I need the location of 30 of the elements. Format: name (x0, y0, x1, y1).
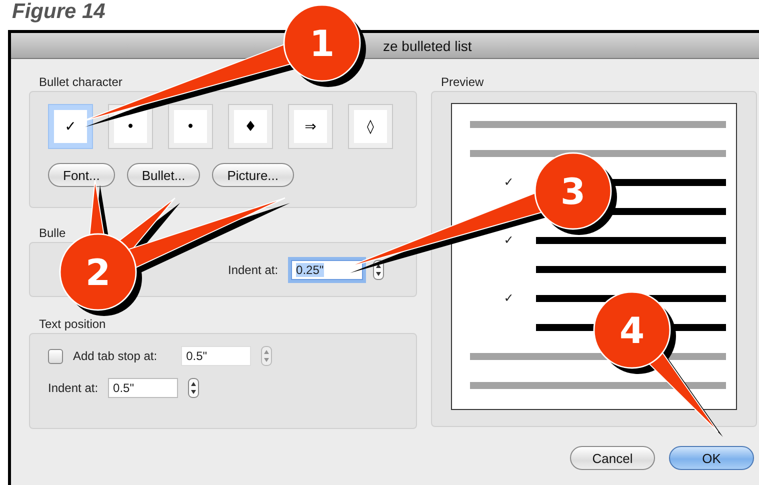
group-label: Bullet character (39, 75, 124, 91)
checkbox-label: Add tab stop at: (73, 349, 158, 363)
figure-caption: Figure 14 (11, 0, 106, 25)
field-label: Indent at: (228, 262, 278, 276)
bullet-option[interactable]: ✓ (48, 104, 93, 149)
dialog-button[interactable]: Picture... (212, 163, 294, 187)
bullet-option[interactable]: ⇒ (288, 104, 333, 149)
dialog-button[interactable]: OK (669, 446, 754, 470)
callout-number: 3 (560, 172, 586, 213)
bullet-mark: ✓ (502, 179, 514, 186)
window-title: ze bulleted list (383, 38, 472, 54)
bullet-option[interactable]: • (168, 104, 213, 149)
bullet-option[interactable]: ♦ (228, 104, 273, 149)
dialog-button[interactable]: Font... (48, 163, 115, 187)
group-label: Bulle (39, 226, 67, 242)
callout-number: 4 (619, 311, 645, 352)
input-field[interactable]: 0.5" (108, 378, 178, 398)
group-label: Preview (441, 75, 485, 91)
bullet-mark: ✓ (502, 295, 514, 302)
dialog-button[interactable]: Bullet... (126, 163, 200, 187)
bullet-mark: ✓ (502, 237, 514, 244)
dialog-button[interactable]: Cancel (570, 446, 655, 470)
group-label: Text position (39, 317, 107, 333)
callout-number: 2 (85, 253, 111, 294)
checkbox[interactable] (48, 348, 63, 364)
bullet-option[interactable]: ◊ (348, 104, 393, 149)
callout-number: 1 (309, 24, 335, 65)
field-label: Indent at: (48, 381, 98, 395)
input-field[interactable]: 0.5" (181, 346, 252, 366)
stepper-control[interactable] (188, 378, 200, 398)
